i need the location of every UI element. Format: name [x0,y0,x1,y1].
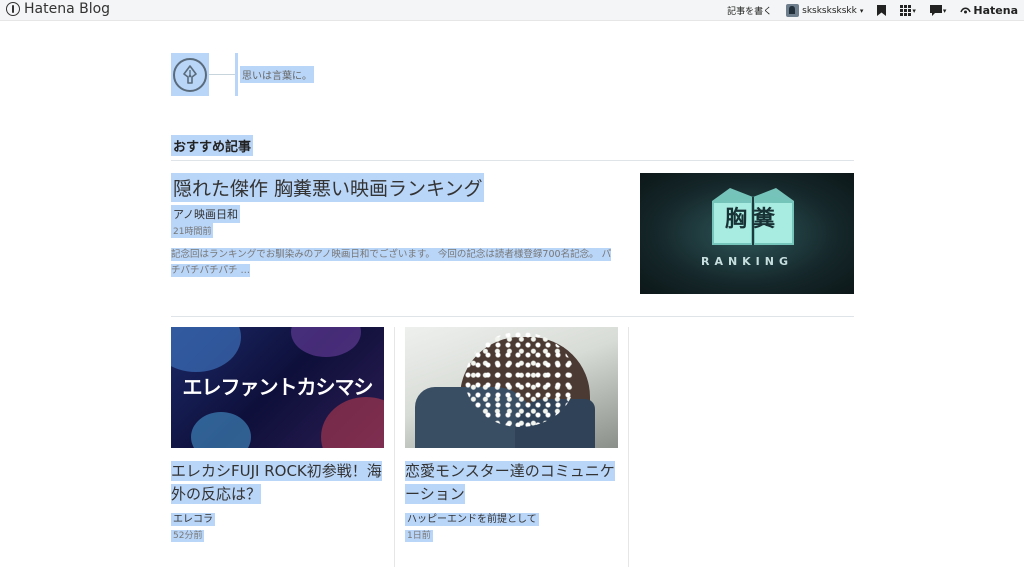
article-title-text: エレカシFUJI ROCK初参戦！海外の反応は？ [171,461,382,504]
article-card[interactable]: 恋愛モンスター達のコミュニケーション ハッピーエンドを前提として 1日前 [405,327,618,542]
article-time-text: 1日前 [405,530,433,542]
article-thumbnail[interactable]: エレファントカシマシ [171,327,384,448]
apps-grid-icon[interactable]: ▾ [900,5,916,16]
article-blog-name[interactable]: ハッピーエンドを前提として [405,510,618,526]
chevron-down-icon: ▾ [859,6,864,15]
avatar [786,4,800,17]
featured-time: 21時間前 [171,223,214,238]
hatena-blog-logo[interactable]: Hatena Blog [6,1,110,17]
article-title-text: 恋愛モンスター達のコミュニケーション [405,461,615,504]
article-time: 52分前 [171,528,384,542]
card-divider [394,327,395,567]
blog-header: 思いは言葉に。 [171,53,314,96]
hatena-logo[interactable]: Hatena [960,4,1018,17]
article-time: 1日前 [405,528,618,542]
username: skskskskskk [802,5,857,16]
selection-bar [235,53,238,96]
brand-name: Hatena Blog [24,1,111,17]
pen-nib-icon [183,64,197,84]
thumb-ranking-text: RANKING [700,255,794,268]
featured-divider [171,316,854,317]
hatena-blog-icon [6,2,20,16]
featured-thumbnail[interactable]: 胸糞 RANKING [640,173,854,294]
article-title[interactable]: エレカシFUJI ROCK初参戦！海外の反応は？ [171,460,384,506]
featured-excerpt-text: 記念回はランキングでお馴染みのアノ映画日和でございます。 今回の記念は読者様登録… [171,248,612,277]
featured-article-title[interactable]: 隠れた傑作 胸糞悪い映画ランキング [171,173,485,202]
comment-icon[interactable]: ▾ [929,5,947,16]
section-title: おすすめ記事 [171,135,254,156]
top-navigation-bar: Hatena Blog 記事を書く skskskskskk ▾ ▾ ▾ Hate… [0,0,1024,21]
blog-tagline: 思いは言葉に。 [240,66,314,83]
write-article-link[interactable]: 記事を書く [727,4,772,17]
featured-blog-name[interactable]: アノ映画日和 [171,205,241,223]
thumb-title-text: エレファントカシマシ [182,375,374,399]
section-divider [171,160,854,161]
article-card[interactable]: エレファントカシマシ エレカシFUJI ROCK初参戦！海外の反応は？ エレコラ… [171,327,384,542]
card-divider [628,327,629,567]
featured-excerpt: 記念回はランキングでお馴染みのアノ映画日和でございます。 今回の記念は読者様登録… [171,247,616,279]
user-menu[interactable]: skskskskskk ▾ [786,4,863,17]
article-blog-name[interactable]: エレコラ [171,510,384,526]
article-time-text: 52分前 [171,530,205,542]
article-blog-name-text: エレコラ [171,513,215,526]
hatena-label: Hatena [973,4,1018,17]
connector-line [209,74,235,75]
article-blog-name-text: ハッピーエンドを前提として [405,513,539,526]
chevron-down-icon: ▾ [912,6,916,15]
bookmark-icon[interactable] [877,5,887,16]
article-thumbnail[interactable] [405,327,618,448]
blog-icon[interactable] [171,53,209,96]
chevron-down-icon: ▾ [942,6,947,15]
thumb-kanji: 胸糞 [724,207,781,232]
article-title[interactable]: 恋愛モンスター達のコミュニケーション [405,460,618,506]
